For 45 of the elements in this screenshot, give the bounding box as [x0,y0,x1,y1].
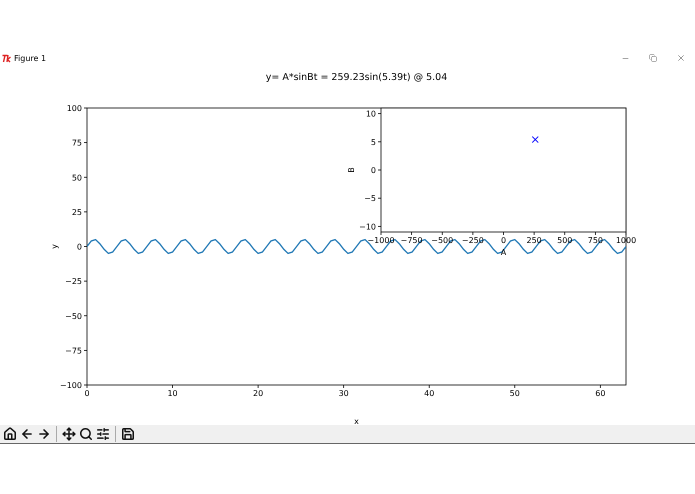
tick-label: 10 [366,110,376,119]
tick-label: 5 [370,138,376,147]
forward-arrow-icon[interactable] [36,426,52,442]
tick-label: 0 [76,242,82,252]
tick-label: 0 [84,389,90,398]
floppy-disk-icon[interactable] [120,426,136,442]
tick-label: −1000 [367,236,395,245]
tick-label: −5 [364,194,376,204]
tick-label: 40 [424,389,434,398]
tick-label: 75 [72,138,82,148]
tick-label: −500 [431,236,454,245]
tick-label: −50 [65,312,82,321]
tick-label: 750 [588,236,604,245]
sliders-icon[interactable] [95,426,111,442]
search-icon[interactable] [78,426,94,442]
tick-label: −750 [400,236,423,245]
tick-label: 25 [72,208,82,217]
tick-label: −25 [65,277,82,286]
x-axis-label: x [354,417,359,425]
chart-title: y= A*sinBt = 259.23sin(5.39t) @ 5.04 [266,72,448,83]
close-icon [676,53,686,63]
tick-label: 500 [557,236,572,245]
tick-label: −250 [462,236,484,245]
tick-label: 50 [72,173,82,182]
move-icon[interactable] [61,426,77,442]
y-axis-label: B [347,167,356,173]
tick-label: 10 [167,389,178,398]
window-title: Figure 1 [14,54,48,62]
tick-label: 60 [595,389,606,398]
app-logo-icon [2,54,12,62]
tick-label: 0 [500,236,506,245]
tick-label: 250 [526,236,542,245]
tick-label: 0 [370,166,376,175]
tick-label: 30 [338,389,349,398]
tick-label: −75 [65,346,82,356]
restore-icon [649,54,657,62]
x-axis-label: A [500,248,506,257]
back-arrow-icon[interactable] [19,426,35,442]
home-icon[interactable] [2,426,18,442]
tick-label: −100 [60,381,82,390]
y-axis-label: y [50,244,59,249]
tick-label: 20 [253,389,264,398]
tick-label: 50 [510,389,520,398]
tick-label: 100 [66,104,82,113]
tick-label: −10 [359,222,376,232]
